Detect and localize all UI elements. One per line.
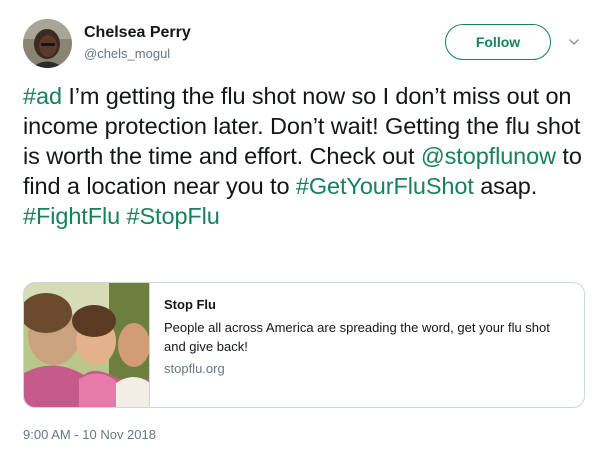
tweet-card: Chelsea Perry @chels_mogul Follow #ad I’… — [0, 0, 607, 458]
timestamp[interactable]: 9:00 AM - 10 Nov 2018 — [23, 427, 156, 443]
avatar[interactable] — [23, 19, 72, 68]
author-name[interactable]: Chelsea Perry — [84, 24, 191, 42]
tweet-text-segment: asap. — [473, 173, 538, 199]
card-description: People all across America are spreading … — [164, 320, 550, 354]
hashtag-stopflu[interactable]: #StopFlu — [127, 203, 220, 229]
link-preview-card[interactable]: Stop Flu People all across America are s… — [23, 282, 585, 408]
card-image[interactable] — [24, 283, 150, 407]
card-text: Stop Flu People all across America are s… — [164, 296, 574, 378]
card-title: Stop Flu — [164, 297, 216, 312]
mention-stopflunow[interactable]: @stopflunow — [421, 143, 556, 169]
hashtag-ad[interactable]: #ad — [23, 83, 62, 109]
tweet-text: #ad I’m getting the flu shot now so I do… — [23, 81, 591, 231]
author-handle[interactable]: @chels_mogul — [84, 46, 170, 62]
hashtag-getyourflushot[interactable]: #GetYourFluShot — [296, 173, 474, 199]
follow-button[interactable]: Follow — [445, 24, 551, 60]
hashtag-fightflu[interactable]: #FightFlu — [23, 203, 120, 229]
card-domain: stopflu.org — [164, 361, 225, 376]
chevron-down-icon[interactable] — [566, 34, 582, 50]
